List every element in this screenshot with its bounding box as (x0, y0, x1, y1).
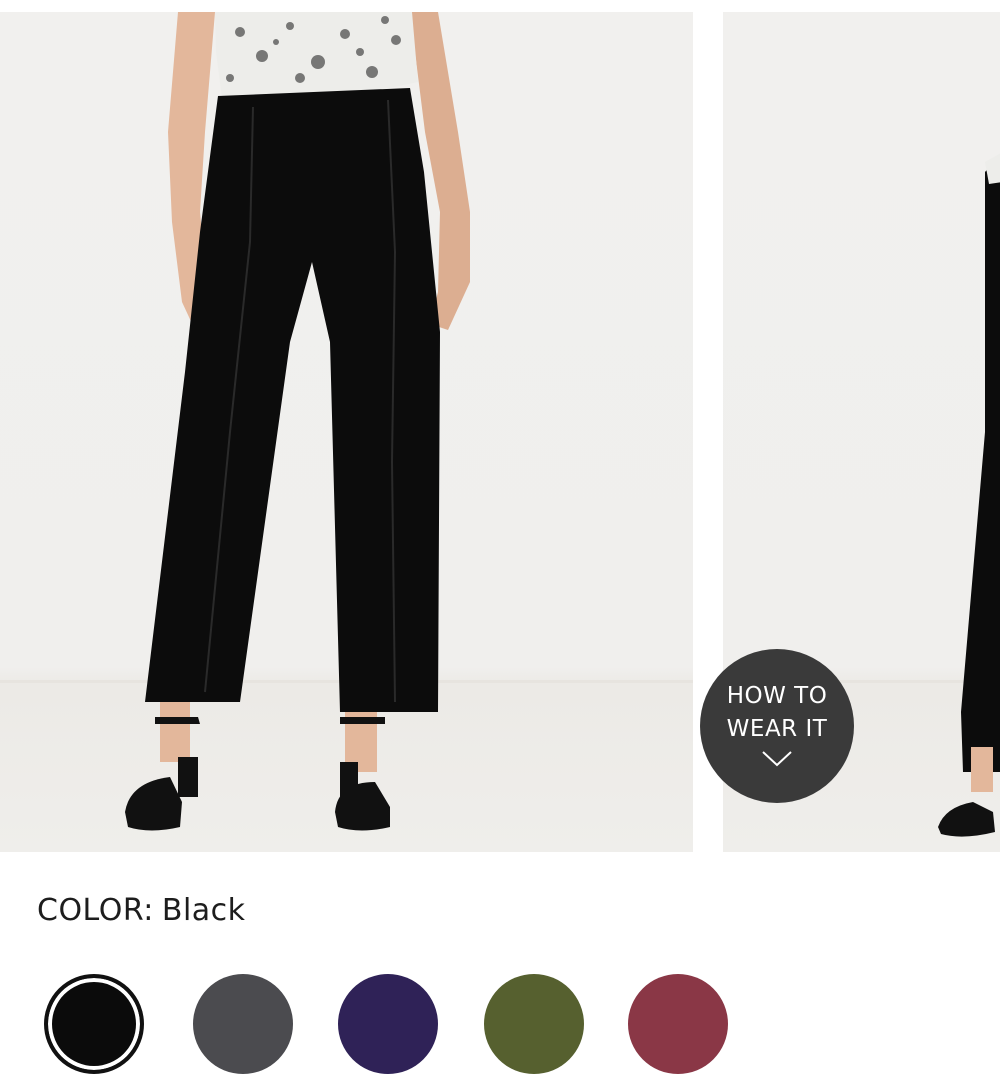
color-label: COLOR: (37, 893, 154, 928)
swatch-black[interactable] (44, 974, 144, 1074)
how-to-wear-line-1: HOW TO (726, 683, 828, 709)
how-to-wear-line-2: WEAR IT (726, 716, 828, 742)
how-to-wear-it-button[interactable]: HOW TO WEAR IT (700, 649, 854, 803)
chevron-down-icon (761, 750, 793, 772)
color-value: Black (161, 893, 246, 928)
selected-color: COLOR: Black (37, 893, 246, 928)
swatch-burgundy[interactable] (628, 974, 728, 1074)
swatch-olive[interactable] (484, 974, 584, 1074)
product-photo-front[interactable] (0, 12, 693, 852)
swatch-grey[interactable] (193, 974, 293, 1074)
color-swatches (0, 968, 1000, 1074)
swatch-navy[interactable] (338, 974, 438, 1074)
model-illustration-front (0, 12, 693, 831)
